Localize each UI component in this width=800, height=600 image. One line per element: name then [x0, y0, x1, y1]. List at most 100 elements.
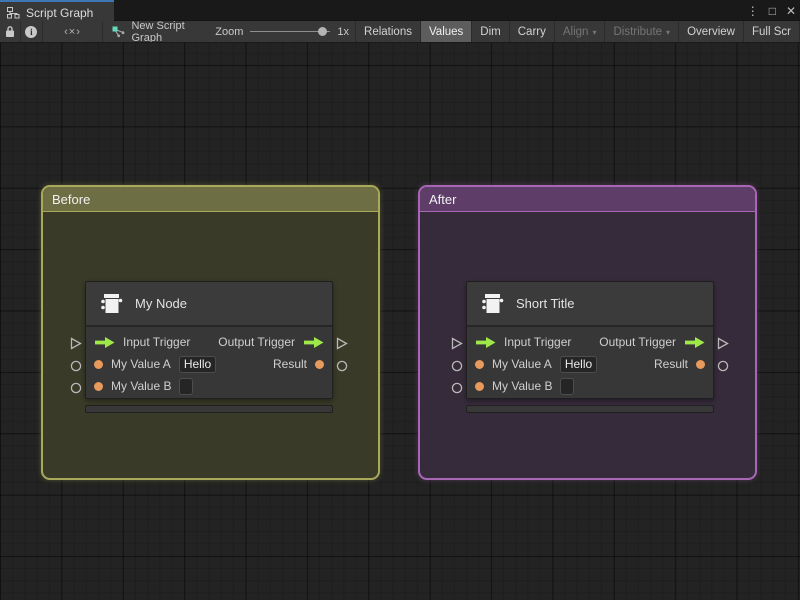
outer-result-connector-icon[interactable] — [717, 360, 729, 372]
lock-icon — [4, 25, 16, 38]
tab-title: Script Graph — [26, 5, 94, 20]
fullscreen-button[interactable]: Full Scr — [744, 21, 800, 42]
fullscreen-label: Full Scr — [752, 25, 791, 38]
code-icon: ‹×› — [64, 25, 81, 38]
info-button[interactable]: i — [21, 21, 43, 42]
graph-toolbar: i ‹×› New Script Graph Zoom 1x Relations… — [0, 21, 800, 43]
flow-out-port-icon[interactable] — [684, 336, 705, 348]
outer-flow-out-connector-icon[interactable] — [717, 337, 729, 350]
chevron-down-icon: ▾ — [592, 28, 597, 37]
overview-button[interactable]: Overview — [679, 21, 744, 42]
relations-label: Relations — [364, 25, 412, 38]
outer-flow-in-connector-icon[interactable] — [451, 337, 463, 350]
script-graph-window: Script Graph ⋮ □ ✕ i ‹×› New Script Grap… — [0, 0, 800, 600]
value-a-input[interactable] — [178, 355, 216, 373]
maximize-icon[interactable]: □ — [769, 5, 776, 17]
info-icon: i — [25, 25, 38, 38]
node-title: Short Title — [516, 296, 575, 311]
unit-icon — [96, 289, 126, 319]
outer-value-a-connector-icon[interactable] — [70, 360, 82, 372]
node-footer — [85, 405, 333, 413]
port-row-flow: Input Trigger Output Trigger — [86, 331, 332, 353]
dim-button[interactable]: Dim — [472, 21, 510, 42]
graph-canvas[interactable]: Before My Node Input Trigger Output Trig… — [0, 43, 800, 600]
zoom-value: 1x — [337, 25, 350, 38]
flow-in-label: Input Trigger — [123, 335, 191, 349]
value-b-input[interactable] — [179, 377, 194, 395]
value-b-input[interactable] — [560, 377, 575, 395]
distribute-dropdown[interactable]: Distribute ▾ — [605, 21, 680, 42]
graph-hierarchy-icon — [7, 6, 20, 19]
window-controls: ⋮ □ ✕ — [747, 0, 796, 21]
outer-value-a-connector-icon[interactable] — [451, 360, 463, 372]
flow-in-port-icon[interactable] — [475, 336, 496, 348]
zoom-slider[interactable] — [250, 27, 331, 37]
node-my-node[interactable]: My Node Input Trigger Output Trigger My … — [70, 281, 348, 413]
align-label: Align — [562, 25, 589, 38]
menu-icon[interactable]: ⋮ — [747, 5, 759, 17]
flow-in-port-icon[interactable] — [94, 336, 115, 348]
close-icon[interactable]: ✕ — [786, 5, 796, 17]
overview-label: Overview — [687, 25, 735, 38]
flow-out-label: Output Trigger — [218, 335, 295, 349]
zoom-label: Zoom — [215, 25, 244, 38]
group-after[interactable]: After Short Title Input Trigger Output T… — [418, 185, 757, 480]
group-before-title: Before — [52, 191, 91, 207]
code-view-button[interactable]: ‹×› — [43, 21, 104, 42]
value-a-port-icon[interactable] — [475, 359, 484, 369]
value-b-label: My Value B — [492, 379, 553, 393]
port-row-value-a: My Value A Result — [467, 353, 713, 375]
zoom-control: Zoom 1x — [211, 21, 357, 42]
node-header[interactable]: Short Title — [467, 282, 713, 327]
dim-label: Dim — [480, 25, 501, 38]
distribute-label: Distribute — [613, 25, 663, 38]
flow-out-port-icon[interactable] — [303, 336, 324, 348]
result-label: Result — [272, 357, 307, 371]
port-row-flow: Input Trigger Output Trigger — [467, 331, 713, 353]
result-label: Result — [653, 357, 688, 371]
port-row-value-a: My Value A Result — [86, 353, 332, 375]
value-a-label: My Value A — [111, 357, 171, 371]
carry-label: Carry — [517, 25, 546, 38]
zoom-slider-handle[interactable] — [318, 27, 328, 36]
value-b-label: My Value B — [111, 379, 172, 393]
node-short-title[interactable]: Short Title Input Trigger Output Trigger… — [451, 281, 729, 413]
node-ports: Input Trigger Output Trigger My Value A … — [86, 327, 332, 397]
new-script-graph-button[interactable]: New Script Graph — [103, 21, 211, 42]
value-b-port-icon[interactable] — [94, 381, 103, 391]
group-before-header[interactable]: Before — [43, 187, 378, 212]
lock-button[interactable] — [0, 21, 22, 42]
group-after-header[interactable]: After — [420, 187, 755, 212]
unit-icon — [477, 289, 507, 319]
node-title: My Node — [135, 296, 188, 311]
value-a-label: My Value A — [492, 357, 552, 371]
value-b-port-icon[interactable] — [475, 381, 484, 391]
outer-flow-in-connector-icon[interactable] — [70, 337, 82, 350]
flow-in-label: Input Trigger — [504, 335, 572, 349]
node-footer — [466, 405, 714, 413]
value-a-port-icon[interactable] — [94, 359, 103, 369]
port-row-value-b: My Value B — [86, 375, 332, 397]
result-port-icon[interactable] — [315, 359, 324, 369]
script-graph-node-icon — [112, 26, 125, 38]
result-port-icon[interactable] — [696, 359, 705, 369]
outer-result-connector-icon[interactable] — [336, 360, 348, 372]
chevron-down-icon: ▾ — [666, 28, 671, 37]
align-dropdown[interactable]: Align ▾ — [555, 21, 606, 42]
flow-out-label: Output Trigger — [599, 335, 676, 349]
node-ports: Input Trigger Output Trigger My Value A … — [467, 327, 713, 397]
tab-script-graph[interactable]: Script Graph — [0, 0, 114, 21]
value-a-input[interactable] — [559, 355, 597, 373]
group-after-title: After — [429, 191, 457, 207]
new-script-graph-label: New Script Graph — [131, 21, 185, 43]
port-row-value-b: My Value B — [467, 375, 713, 397]
outer-value-b-connector-icon[interactable] — [451, 382, 463, 394]
outer-value-b-connector-icon[interactable] — [70, 382, 82, 394]
carry-button[interactable]: Carry — [510, 21, 555, 42]
node-header[interactable]: My Node — [86, 282, 332, 327]
relations-button[interactable]: Relations — [356, 21, 421, 42]
values-button[interactable]: Values — [420, 21, 473, 42]
group-before[interactable]: Before My Node Input Trigger Output Trig… — [41, 185, 380, 480]
tab-bar: Script Graph ⋮ □ ✕ — [0, 0, 800, 21]
outer-flow-out-connector-icon[interactable] — [336, 337, 348, 350]
